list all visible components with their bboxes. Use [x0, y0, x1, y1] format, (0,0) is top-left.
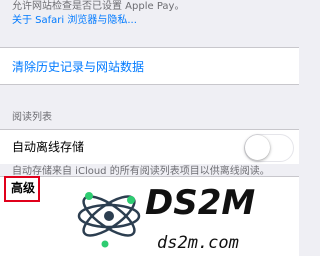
offline-storage-toggle[interactable]: [244, 134, 294, 162]
reading-list-section-header: 阅读列表: [12, 112, 52, 123]
safari-privacy-link[interactable]: 关于 Safari 浏览器与隐私...: [12, 14, 292, 28]
apple-pay-footnote-text: 允许网站检查是否已设置 Apple Pay。: [12, 1, 185, 12]
safari-privacy-footnote: 允许网站检查是否已设置 Apple Pay。 关于 Safari 浏览器与隐私.…: [12, 0, 292, 28]
offline-storage-label: 自动离线存储: [12, 140, 85, 154]
ds2m-watermark: DS2M ds2m.com: [77, 183, 255, 253]
advanced-highlight-box: [4, 176, 40, 202]
ds2m-domain-text: ds2m.com: [157, 233, 239, 253]
toggle-knob: [245, 135, 270, 160]
clear-history-button[interactable]: 清除历史记录与网站数据: [12, 59, 144, 75]
atom-logo-icon: [77, 192, 141, 248]
ds2m-brand-text: DS2M: [145, 183, 255, 223]
